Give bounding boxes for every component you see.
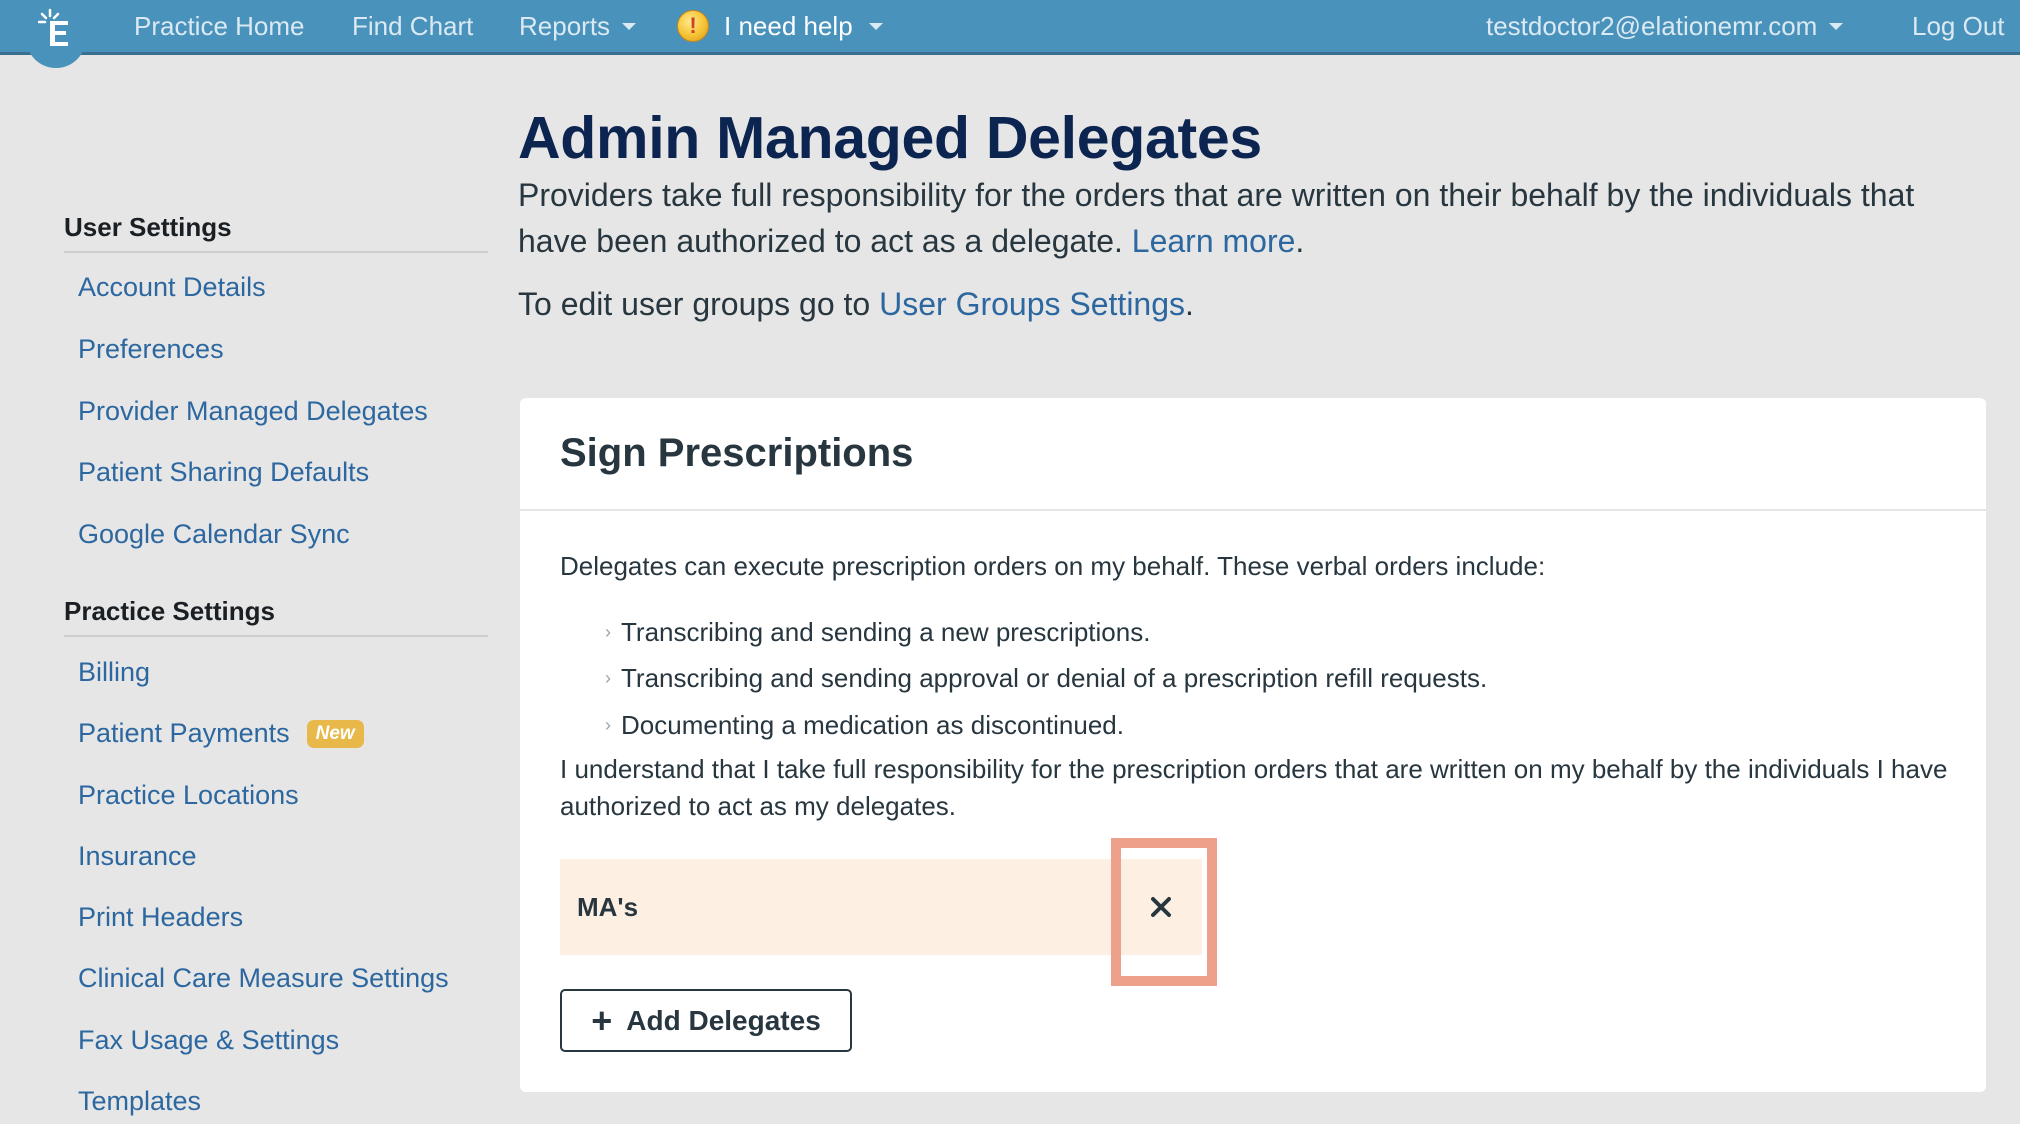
add-delegates-label: Add Delegates xyxy=(626,1004,821,1036)
home-logo[interactable] xyxy=(26,0,86,68)
delegate-row: MA's xyxy=(560,859,1202,955)
sidebar-item-practice-locations[interactable]: Practice Locations xyxy=(78,780,299,811)
nav-help-dropdown[interactable]: ! I need help xyxy=(677,0,883,52)
card-header: Sign Prescriptions xyxy=(520,398,1986,511)
chevron-right-icon: › xyxy=(605,668,611,689)
chevron-down-icon xyxy=(1829,22,1844,30)
sidebar-item-billing[interactable]: Billing xyxy=(78,657,150,688)
logout-link[interactable]: Log Out xyxy=(1912,0,2005,52)
sidebar-item-google-calendar-sync[interactable]: Google Calendar Sync xyxy=(78,519,350,550)
nav-find-chart[interactable]: Find Chart xyxy=(352,0,473,52)
list-item-text: Transcribing and sending approval or den… xyxy=(621,663,1488,694)
sidebar-item-preferences[interactable]: Preferences xyxy=(78,334,224,365)
card-description: Delegates can execute prescription order… xyxy=(560,551,1546,581)
chevron-down-icon xyxy=(622,22,637,30)
list-item-text: Documenting a medication as discontinued… xyxy=(621,709,1124,740)
period: . xyxy=(1185,286,1194,322)
sidebar-heading-practice-settings: Practice Settings xyxy=(64,596,488,637)
nav-practice-home-label: Practice Home xyxy=(134,10,305,41)
add-delegates-button[interactable]: + Add Delegates xyxy=(560,989,852,1052)
user-email: testdoctor2@elationemr.com xyxy=(1486,10,1818,41)
chevron-right-icon: › xyxy=(605,621,611,642)
page-title: Admin Managed Delegates xyxy=(518,105,1262,171)
user-groups-note-text: To edit user groups go to xyxy=(518,286,871,322)
list-item-text: Transcribing and sending a new prescript… xyxy=(621,616,1151,647)
new-badge: New xyxy=(306,719,364,748)
close-icon xyxy=(1151,897,1171,917)
nav-reports-label: Reports xyxy=(519,10,611,41)
intro-paragraph: Providers take full responsibility for t… xyxy=(518,172,1988,264)
list-item: › Transcribing and sending approval or d… xyxy=(605,656,1487,703)
nav-reports-dropdown[interactable]: Reports xyxy=(519,0,637,52)
verbal-orders-list: › Transcribing and sending a new prescri… xyxy=(605,609,1487,749)
sign-prescriptions-card: Sign Prescriptions Delegates can execute… xyxy=(520,398,1986,1092)
sidebar-item-provider-managed-delegates[interactable]: Provider Managed Delegates xyxy=(78,396,428,427)
sidebar-heading-user-settings: User Settings xyxy=(64,212,488,253)
nav-help-label: I need help xyxy=(724,10,853,41)
list-item: › Transcribing and sending a new prescri… xyxy=(605,609,1487,656)
learn-more-link[interactable]: Learn more xyxy=(1132,223,1296,259)
sidebar-item-insurance[interactable]: Insurance xyxy=(78,841,197,872)
sidebar-item-clinical-care-measure-settings[interactable]: Clinical Care Measure Settings xyxy=(78,963,449,994)
list-item: › Documenting a medication as discontinu… xyxy=(605,702,1487,749)
sidebar-item-templates[interactable]: Templates xyxy=(78,1086,201,1117)
plus-icon: + xyxy=(591,999,613,1041)
chevron-down-icon xyxy=(868,22,883,30)
warning-exclamation-icon: ! xyxy=(677,10,709,42)
user-groups-settings-link[interactable]: User Groups Settings xyxy=(879,286,1185,322)
acknowledgement-text: I understand that I take full responsibi… xyxy=(560,754,1948,821)
delegate-name: MA's xyxy=(577,891,639,922)
chevron-right-icon: › xyxy=(605,714,611,735)
sidebar-item-label: Patient Payments xyxy=(78,718,290,748)
nav-practice-home[interactable]: Practice Home xyxy=(134,0,305,52)
user-account-dropdown[interactable]: testdoctor2@elationemr.com xyxy=(1486,0,1844,52)
sidebar-item-patient-payments[interactable]: Patient Payments New xyxy=(78,718,364,749)
settings-sidebar: User Settings Account Details Preference… xyxy=(0,55,500,1124)
sidebar-item-account-details[interactable]: Account Details xyxy=(78,272,266,303)
user-groups-note: To edit user groups go to User Groups Se… xyxy=(518,286,1194,323)
elation-logo-icon xyxy=(38,8,68,46)
top-navbar: Practice Home Find Chart Reports ! I nee… xyxy=(0,0,2020,68)
period: . xyxy=(1295,223,1305,259)
sidebar-item-fax-usage-settings[interactable]: Fax Usage & Settings xyxy=(78,1025,339,1056)
card-title: Sign Prescriptions xyxy=(560,431,914,475)
nav-find-chart-label: Find Chart xyxy=(352,10,474,41)
sidebar-item-print-headers[interactable]: Print Headers xyxy=(78,902,243,933)
remove-delegate-button[interactable] xyxy=(1120,859,1202,955)
logout-label: Log Out xyxy=(1912,10,2005,41)
sidebar-item-patient-sharing-defaults[interactable]: Patient Sharing Defaults xyxy=(78,457,369,488)
